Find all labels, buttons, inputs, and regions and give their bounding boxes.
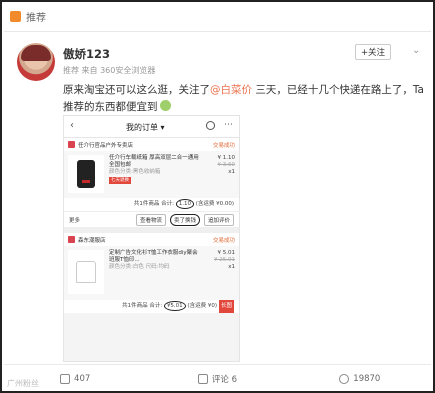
product-spec: 颜色分类:白色 尺码:均码 [109,264,170,270]
sum-post: (含运费 ¥0.00) [193,201,234,207]
back-icon: ‹ [70,120,74,131]
product-price: ¥ 1.10 ¥ 3.60 x1 [207,155,236,194]
product-image [68,250,104,294]
repost-count: 407 [74,373,91,384]
watermark: 广州粉丝 [7,379,39,388]
product-desc: 任介行车载纸箱 厚高双层二合一通用 全国包邮 颜色分类:黑色收纳箱 七天退换 [109,155,202,194]
comment-icon [197,373,208,384]
embedded-screenshot[interactable]: ‹ 我的订单 ▾ ⋯ 任介行官品户外专卖店 交易成功 任介行车载纸箱 厚高双层二… [63,115,240,362]
order-sum: 共1件商品 合计: 1.10 (含运费 ¥0.00) [64,198,239,211]
post-text-pre: 原来淘宝还可以这么逛，关注了 [63,84,210,96]
mention-link[interactable]: @白菜价 [210,84,252,96]
like-count: 19870 [353,373,381,384]
price: ¥ 1.10 [217,155,236,161]
product-spec: 颜色分类:黑色收纳箱 [109,169,161,175]
price: ¥ 5.01 [217,250,236,256]
more-link: 更多 [69,217,81,224]
action-bar: 407 评论 6 19870 [4,364,431,392]
long-image-badge: 长图 [218,300,234,313]
order-item: 定制广告文化衫T恤工作衣服diy聚会班服T恤印... 颜色分类:白色 尺码:均码… [64,246,239,300]
more-icon: ⋯ [224,120,233,130]
product-image [68,155,104,193]
product-title: 定制广告文化衫T恤工作衣服diy聚会班服T恤印... [109,250,198,263]
product-title: 任介行车载纸箱 厚高双层二合一通用 全国包邮 [109,155,199,168]
order-store: 森东潮服店 交易成功 [64,233,239,246]
quantity: x1 [228,169,235,175]
chevron-down-icon[interactable]: ⌄ [412,45,420,56]
weibo-card: 推荐 傲娇123 推荐 来自 360安全浏览器 +关注 ⌄ 原来淘宝还可以这么逛… [0,0,435,393]
username[interactable]: 傲娇123 [63,46,110,62]
resell-button: 卖了换钱 [169,213,200,226]
post-meta: 推荐 来自 360安全浏览器 [63,66,156,75]
avatar[interactable] [17,43,55,81]
sum-amount: 1.10 [175,199,194,209]
product-price: ¥ 5.01 ¥ 25.01 x1 [207,250,235,296]
follow-button[interactable]: +关注 [355,44,391,60]
order-actions: 更多 查看物流 卖了换钱 追加评价 [64,211,239,227]
store-name: 森东潮服店 [78,237,106,244]
sum-post: (含运费 ¥0) [185,303,217,309]
quantity: x1 [228,264,235,270]
logistics-button: 查看物流 [135,213,166,226]
order-status: 交易成功 [212,237,235,244]
order-item: 任介行车载纸箱 厚高双层二合一通用 全国包邮 颜色分类:黑色收纳箱 七天退换 ¥… [64,151,239,198]
emoji-icon [159,100,171,111]
order-sum: 共1件商品 合计: ¥5.01 (含运费 ¥0) 长图 [64,300,239,313]
sum-pre: 共1件商品 合计: [122,303,164,309]
order-status: 交易成功 [212,142,235,149]
trending-icon [10,10,21,22]
return-tag: 七天退换 [109,177,131,184]
post-text: 原来淘宝还可以这么逛，关注了@白菜价 三天，已经十几个快递在路上了，Ta推荐的东… [63,82,431,116]
repost-icon [60,373,71,384]
comment-count: 评论 6 [211,374,238,385]
old-price: ¥ 3.60 [217,162,236,168]
top-bar: 推荐 [10,8,46,24]
like-button[interactable]: 19870 [289,373,431,384]
product-desc: 定制广告文化衫T恤工作衣服diy聚会班服T恤印... 颜色分类:白色 尺码:均码 [109,250,202,296]
sum-pre: 共1件商品 合计: [133,201,176,207]
shop-icon [68,141,75,148]
comment-button[interactable]: 评论 6 [146,373,288,385]
shop-icon [68,236,75,243]
store-name: 任介行官品户外专卖店 [78,142,134,149]
search-icon [206,121,215,130]
top-bar-label[interactable]: 推荐 [26,9,46,24]
order-nav: ‹ 我的订单 ▾ ⋯ [64,116,239,138]
review-button: 追加评价 [203,213,234,226]
thumbs-up-icon [339,373,350,384]
order-store: 任介行官品户外专卖店 交易成功 [64,138,239,151]
order-title: 我的订单 ▾ [126,123,165,132]
sum-amount: ¥5.01 [163,301,186,311]
old-price: ¥ 25.01 [214,257,235,263]
divider [4,31,431,32]
